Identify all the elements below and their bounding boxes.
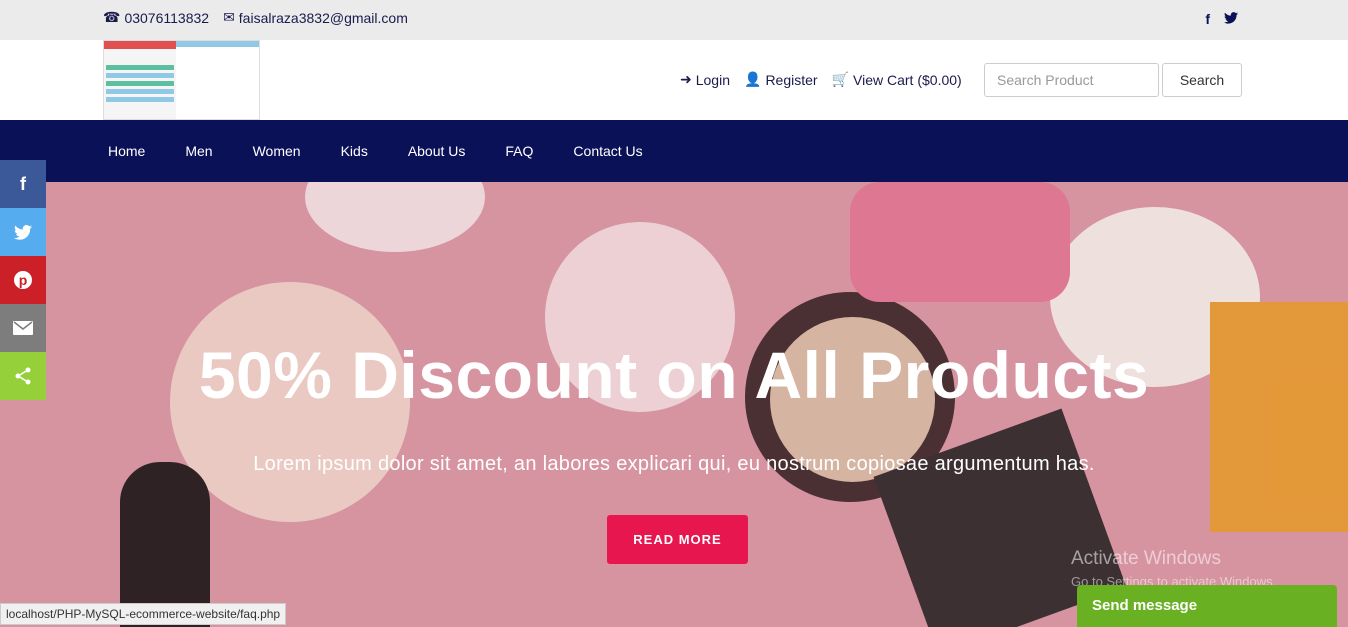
register-link[interactable]: 👤 Register bbox=[744, 71, 818, 88]
email-address: faisalraza3832@gmail.com bbox=[238, 9, 408, 26]
site-logo[interactable] bbox=[103, 40, 260, 120]
user-plus-icon: 👤 bbox=[744, 71, 762, 87]
send-message-chat[interactable]: Send message bbox=[1077, 585, 1337, 627]
activate-windows-title: Activate Windows bbox=[1071, 548, 1221, 569]
nav-item-men[interactable]: Men bbox=[165, 143, 232, 159]
browser-status-url: localhost/PHP-MySQL-ecommerce-website/fa… bbox=[0, 603, 287, 625]
social-links: f bbox=[1205, 11, 1238, 27]
facebook-icon[interactable]: f bbox=[1205, 11, 1210, 27]
login-link[interactable]: ➜ Login bbox=[680, 71, 730, 88]
top-bar: ☎ 03076113832 ✉ faisalraza3832@gmail.com… bbox=[0, 0, 1348, 40]
nav-item-kids[interactable]: Kids bbox=[321, 143, 388, 159]
nav-item-about-us[interactable]: About Us bbox=[388, 143, 486, 159]
share-icon[interactable] bbox=[0, 352, 46, 400]
hero-title: 50% Discount on All Products bbox=[198, 338, 1150, 412]
view-cart-link[interactable]: 🛒 View Cart ($0.00) bbox=[832, 71, 962, 88]
sign-in-icon: ➜ bbox=[680, 71, 692, 87]
account-links: ➜ Login 👤 Register 🛒 View Cart ($0.00) bbox=[680, 71, 962, 88]
read-more-button[interactable]: READ MORE bbox=[607, 515, 748, 564]
cart-label: View Cart ($0.00) bbox=[853, 71, 962, 88]
hero-subtitle: Lorem ipsum dolor sit amet, an labores e… bbox=[253, 453, 1095, 475]
contact-info: ☎ 03076113832 ✉ faisalraza3832@gmail.com bbox=[103, 9, 408, 26]
email-item: ✉ faisalraza3832@gmail.com bbox=[223, 9, 408, 26]
phone-number: 03076113832 bbox=[124, 9, 210, 26]
pinterest-share-icon[interactable]: p bbox=[0, 256, 46, 304]
nav-item-women[interactable]: Women bbox=[233, 143, 321, 159]
nav-item-contact-us[interactable]: Contact Us bbox=[553, 143, 662, 159]
facebook-share-icon[interactable]: f bbox=[0, 160, 46, 208]
nav-item-faq[interactable]: FAQ bbox=[485, 143, 553, 159]
phone-item: ☎ 03076113832 bbox=[103, 9, 209, 26]
svg-text:p: p bbox=[19, 272, 28, 288]
main-nav: Home Men Women Kids About Us FAQ Contact… bbox=[0, 120, 1348, 182]
twitter-share-icon[interactable] bbox=[0, 208, 46, 256]
email-share-icon[interactable] bbox=[0, 304, 46, 352]
nav-item-home[interactable]: Home bbox=[88, 143, 165, 159]
site-header: ➜ Login 👤 Register 🛒 View Cart ($0.00) S… bbox=[0, 40, 1348, 120]
login-label: Login bbox=[695, 71, 730, 88]
search-button[interactable]: Search bbox=[1162, 63, 1242, 97]
twitter-icon[interactable] bbox=[1224, 11, 1238, 27]
phone-icon: ☎ bbox=[103, 9, 121, 25]
share-sidebar: f p bbox=[0, 160, 46, 400]
envelope-icon: ✉ bbox=[223, 9, 235, 25]
register-label: Register bbox=[765, 71, 818, 88]
cart-icon: 🛒 bbox=[831, 71, 850, 87]
search-input[interactable] bbox=[984, 63, 1159, 97]
